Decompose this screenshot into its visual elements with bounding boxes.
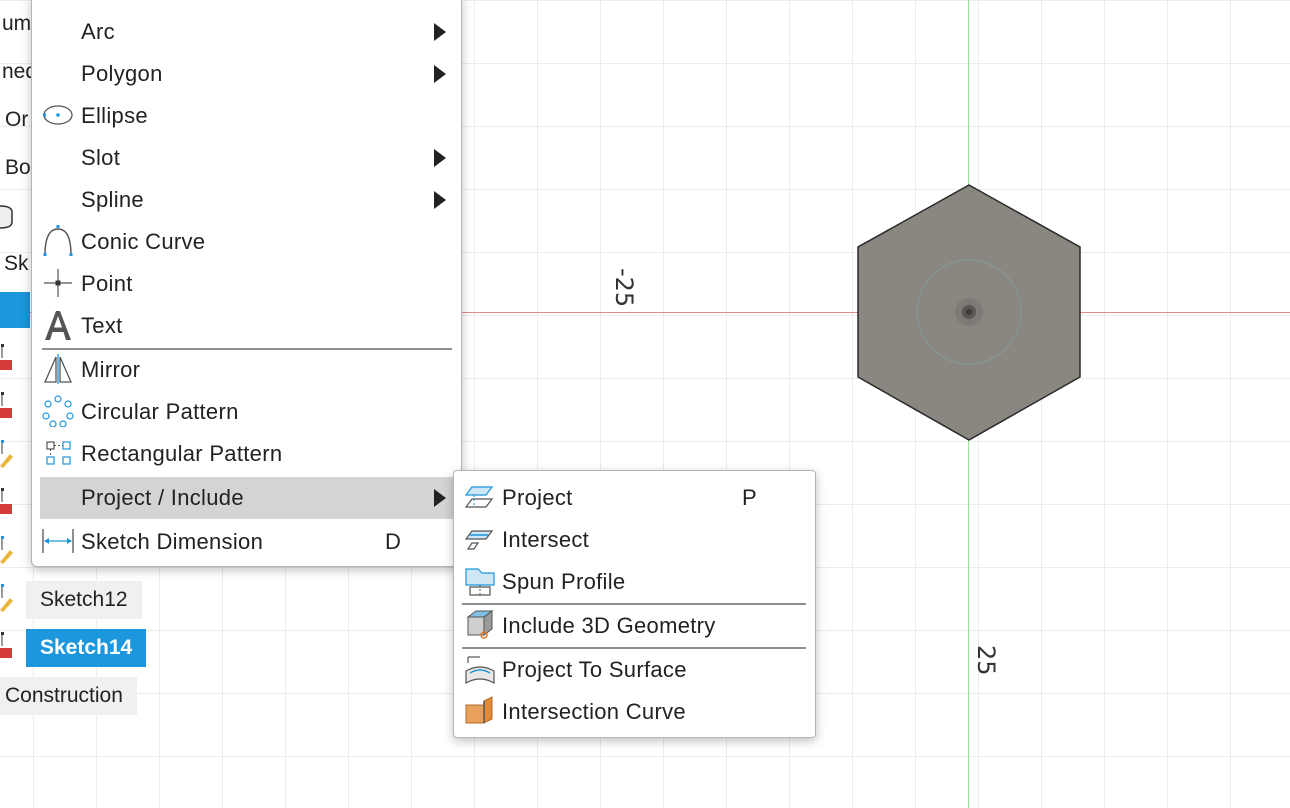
menu-item-point[interactable]: Point [40,263,454,305]
sketch-dimension-icon [42,529,74,553]
hexagon-sketch-profile[interactable] [856,183,1082,442]
sketch-pencil-icon [0,440,13,468]
submenu-arrow-icon [434,191,446,209]
intersect-icon [464,530,494,550]
menu-item-label: Slot [81,145,121,170]
include-3d-geometry-icon [466,610,494,639]
menu-item-label: Ellipse [81,103,148,128]
text-icon [45,311,71,340]
sketch-icon [0,632,12,658]
menu-item-slot[interactable]: Slot [40,137,454,179]
menu-item-conic-curve[interactable]: Conic Curve [40,221,454,263]
project-include-submenu: Project P Intersect Spun Profile Include… [453,470,816,738]
selected-row-band [0,292,30,328]
rectangular-pattern-icon [46,441,71,465]
spun-profile-icon [465,568,495,596]
browser-item-construction[interactable]: Construction [0,677,137,715]
submenu-item-label: Spun Profile [502,569,626,594]
submenu-item-project-to-surface[interactable]: Project To Surface [460,649,810,691]
create-dropdown-menu: Arc Polygon Ellipse Slot Spline Conic Cu… [31,0,462,567]
menu-item-label: Point [81,271,133,296]
submenu-arrow-icon [434,489,446,507]
menu-item-label: Arc [81,19,115,44]
browser-item-sketch12[interactable]: Sketch12 [26,581,142,619]
menu-item-project-include[interactable]: Project / Include [40,477,454,519]
menu-item-label: Mirror [81,357,141,382]
menu-item-circular-pattern[interactable]: Circular Pattern [40,391,454,433]
menu-item-label: Conic Curve [81,229,206,254]
body-icon [0,205,13,229]
ellipse-icon [43,105,73,125]
project-icon [464,486,494,508]
circular-pattern-icon [42,395,74,427]
submenu-arrow-icon [434,23,446,41]
menu-item-sketch-dimension[interactable]: Sketch Dimension D [40,521,454,563]
sketch-icon [0,392,12,418]
menu-item-text[interactable]: Text [40,305,454,347]
menu-item-label: Polygon [81,61,163,86]
submenu-item-label: Project [502,485,573,510]
menu-item-label: Text [81,313,123,338]
shortcut-key: P [742,485,757,510]
project-to-surface-icon [465,656,495,685]
mirror-icon [44,354,72,384]
conic-curve-icon [43,225,73,256]
sketch-icon [0,344,12,370]
sketch-icon [0,488,12,514]
dimension-label-negative: -25 [610,268,638,308]
submenu-item-label: Include 3D Geometry [502,613,716,638]
submenu-item-include-3d-geometry[interactable]: Include 3D Geometry [460,605,810,647]
menu-item-label: Circular Pattern [81,399,239,424]
submenu-arrow-icon [434,149,446,167]
submenu-item-spun-profile[interactable]: Spun Profile [460,561,810,603]
menu-item-mirror[interactable]: Mirror [40,349,454,391]
intersection-curve-icon [465,696,493,724]
menu-item-label: Sketch Dimension [81,529,264,554]
submenu-item-intersection-curve[interactable]: Intersection Curve [460,691,810,733]
menu-item-rectangular-pattern[interactable]: Rectangular Pattern [40,433,454,475]
menu-item-spline[interactable]: Spline [40,179,454,221]
submenu-item-label: Intersect [502,527,590,552]
shortcut-key: D [385,529,401,554]
browser-item-sketch14[interactable]: Sketch14 [26,629,147,667]
sketch-pencil-icon [0,584,13,612]
dimension-label-positive: 25 [972,645,1000,676]
menu-item-arc[interactable]: Arc [40,11,454,53]
point-icon [44,269,72,297]
menu-item-polygon[interactable]: Polygon [40,53,454,95]
menu-item-ellipse[interactable]: Ellipse [40,95,454,137]
menu-item-label: Spline [81,187,144,212]
submenu-item-label: Project To Surface [502,657,687,682]
sketch-pencil-icon [0,536,13,564]
menu-item-label: Rectangular Pattern [81,441,283,466]
submenu-item-intersect[interactable]: Intersect [460,519,810,561]
submenu-item-project[interactable]: Project P [460,477,810,519]
submenu-item-label: Intersection Curve [502,699,686,724]
menu-item-label: Project / Include [81,485,244,510]
submenu-arrow-icon [434,65,446,83]
